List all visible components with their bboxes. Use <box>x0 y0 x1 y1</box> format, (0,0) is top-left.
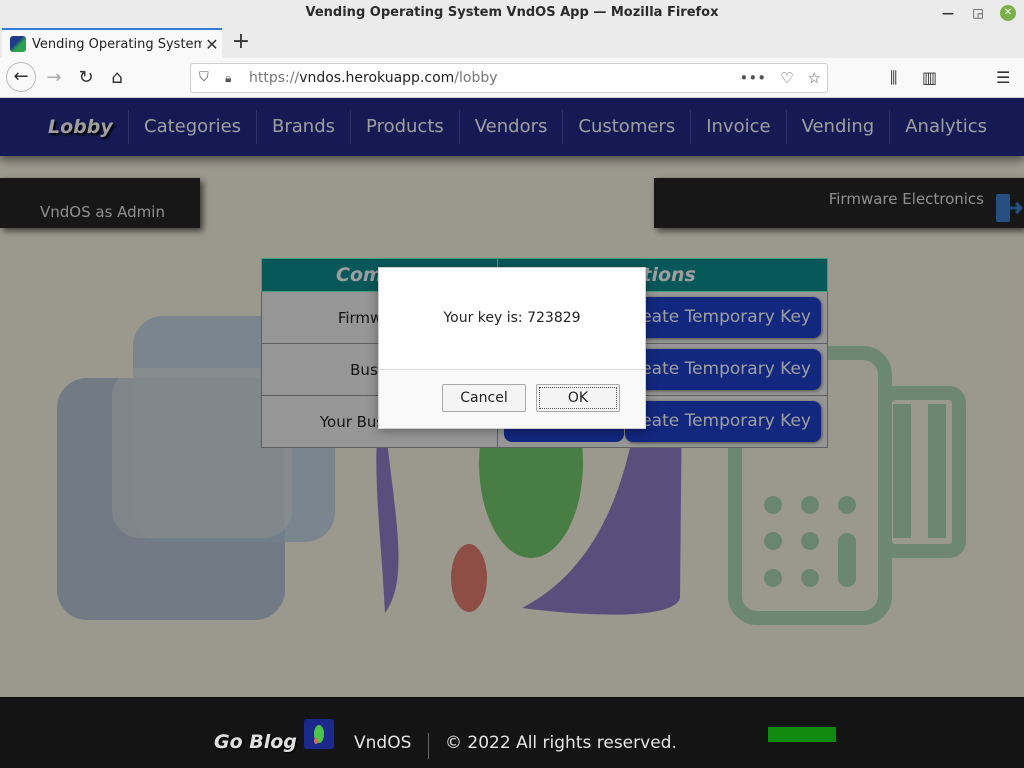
window-titlebar: Vending Operating System VndOS App — Moz… <box>0 0 1024 26</box>
window-title: Vending Operating System VndOS App — Moz… <box>305 5 719 20</box>
lock-icon[interactable]: 🔒︎ <box>225 64 231 92</box>
tab-strip: Vending Operating System ✕ + <box>0 26 1024 58</box>
url-bar[interactable]: ⛉ 🔒︎ https://vndos.herokuapp.com/lobby •… <box>190 63 828 93</box>
tab-close-icon[interactable]: ✕ <box>202 35 222 54</box>
cancel-button[interactable]: Cancel <box>442 384 526 412</box>
ok-button[interactable]: OK <box>536 384 620 412</box>
new-tab-icon[interactable]: + <box>230 30 252 54</box>
page-actions-icon[interactable]: ••• <box>740 64 767 92</box>
blog-logo-icon[interactable] <box>304 719 334 749</box>
minimize-icon[interactable]: — <box>940 5 956 21</box>
dialog-message: Your key is: 723829 <box>379 268 645 369</box>
library-icon[interactable]: ⫼ <box>890 64 897 92</box>
alert-dialog: Your key is: 723829 Cancel OK <box>378 267 646 429</box>
browser-toolbar: ← → ↻ ⌂ ⛉ 🔒︎ https://vndos.herokuapp.com… <box>0 58 1024 98</box>
sidebar-icon[interactable]: ▥ <box>922 64 937 92</box>
footer-divider <box>428 733 429 759</box>
pocket-icon[interactable]: ♡ <box>780 64 793 92</box>
footer: Go Blog VndOS © 2022 All rights reserved… <box>0 697 1024 768</box>
favicon-icon <box>10 36 26 52</box>
home-icon[interactable]: ⌂ <box>103 64 131 92</box>
menu-icon[interactable]: ☰ <box>996 64 1010 92</box>
url-actions: ••• ♡ ☆ <box>740 64 821 92</box>
tracking-shield-icon[interactable]: ⛉ <box>199 64 209 92</box>
dialog-footer: Cancel OK <box>379 369 645 429</box>
url-text: https://vndos.herokuapp.com/lobby <box>249 70 498 86</box>
maximize-icon[interactable]: ◲ <box>970 5 986 21</box>
tab-vndos[interactable]: Vending Operating System ✕ <box>2 28 222 58</box>
reload-icon[interactable]: ↻ <box>72 64 100 92</box>
go-blog-link[interactable]: Go Blog <box>214 731 297 753</box>
status-badge <box>768 727 836 742</box>
footer-brand[interactable]: VndOS <box>354 733 411 753</box>
bookmark-star-icon[interactable]: ☆ <box>808 64 821 92</box>
forward-icon[interactable]: → <box>40 64 68 92</box>
window-controls: — ◲ ✕ <box>940 0 1016 26</box>
back-icon[interactable]: ← <box>6 62 36 92</box>
close-window-icon[interactable]: ✕ <box>1000 5 1016 21</box>
tab-title: Vending Operating System <box>32 36 202 52</box>
footer-copyright: © 2022 All rights reserved. <box>445 733 677 753</box>
